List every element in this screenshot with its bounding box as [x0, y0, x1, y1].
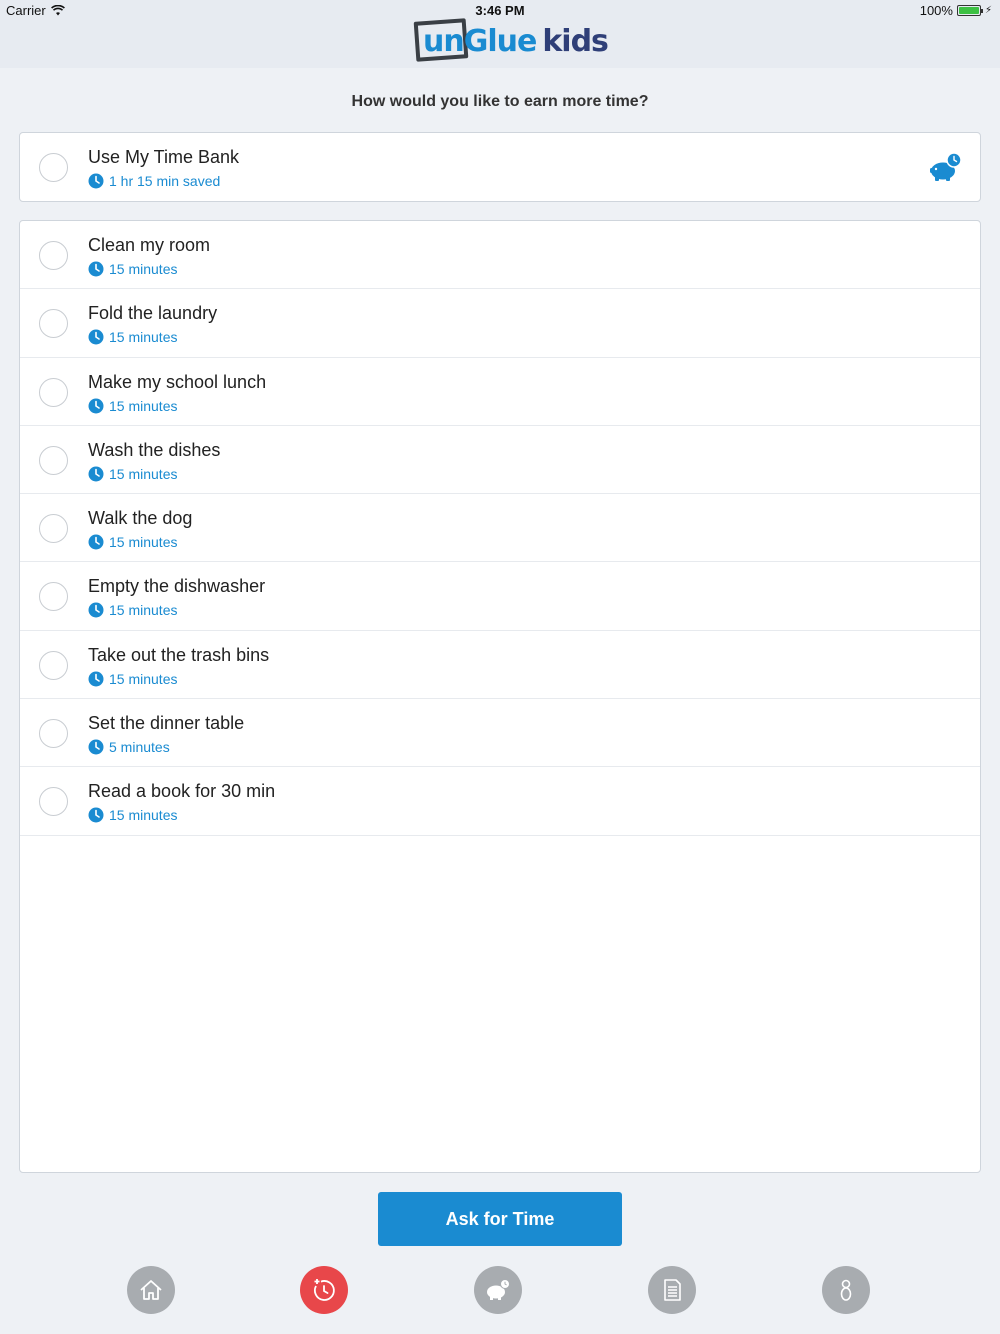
- task-title: Set the dinner table: [88, 713, 245, 734]
- time-bank-card[interactable]: Use My Time Bank 1 hr 15 min saved: [19, 132, 981, 202]
- clock-icon: [88, 807, 104, 823]
- task-row[interactable]: Walk the dog 15 minutes: [20, 494, 980, 563]
- time-bank-radio[interactable]: [39, 153, 68, 182]
- task-radio[interactable]: [39, 582, 68, 612]
- clock-icon: [88, 739, 104, 755]
- task-duration: 15 minutes: [88, 534, 177, 550]
- task-duration: 5 minutes: [88, 739, 170, 755]
- task-title: Empty the dishwasher: [88, 576, 266, 597]
- clock-icon: [88, 671, 104, 687]
- task-radio[interactable]: [39, 719, 68, 749]
- document-icon: [664, 1279, 681, 1301]
- task-radio[interactable]: [39, 309, 68, 339]
- task-title: Clean my room: [88, 235, 211, 255]
- page-question: How would you like to earn more time?: [351, 93, 649, 110]
- nav-time-bank[interactable]: [474, 1266, 522, 1314]
- task-radio[interactable]: [39, 241, 68, 270]
- task-row[interactable]: Clean my room 15 minutes: [20, 221, 980, 290]
- battery-percent: 100%: [919, 3, 953, 18]
- task-duration: 15 minutes: [88, 398, 177, 414]
- bottom-nav: [0, 1266, 1000, 1316]
- task-duration: 15 minutes: [88, 466, 177, 482]
- time-bank-option[interactable]: Use My Time Bank 1 hr 15 min saved: [20, 133, 980, 201]
- piggy-bank-icon: [930, 152, 962, 181]
- clock-icon: [88, 466, 104, 482]
- clock-icon: [88, 261, 104, 277]
- task-list: Clean my room 15 minutes Fold the laundry 1…: [19, 220, 981, 1173]
- clock-icon: [88, 534, 104, 550]
- task-title: Wash the dishes: [88, 439, 221, 460]
- person-icon: [840, 1279, 852, 1301]
- nav-home[interactable]: [127, 1266, 175, 1314]
- ask-for-time-button[interactable]: Ask for Time: [378, 1192, 622, 1246]
- clock-icon: [88, 602, 104, 618]
- task-radio[interactable]: [39, 787, 68, 817]
- logo-wordmark: unGlue kids: [423, 23, 609, 59]
- time-bank-title: Use My Time Bank: [88, 147, 240, 167]
- nav-earn-time[interactable]: [300, 1266, 348, 1314]
- task-radio[interactable]: [39, 377, 68, 407]
- battery-fill: [958, 7, 979, 14]
- task-duration: 15 minutes: [88, 602, 177, 618]
- clock-icon: [88, 398, 104, 414]
- task-title: Take out the trash bins: [88, 644, 270, 665]
- task-row[interactable]: Set the dinner table 5 minutes: [20, 699, 980, 768]
- task-row[interactable]: Empty the dishwasher 15 minutes: [20, 562, 980, 631]
- nav-reports[interactable]: [648, 1266, 696, 1314]
- task-radio[interactable]: [39, 650, 68, 680]
- task-radio[interactable]: [39, 445, 68, 475]
- task-title: Walk the dog: [88, 508, 193, 529]
- task-row[interactable]: Fold the laundry 15 minutes: [20, 289, 980, 358]
- task-radio[interactable]: [39, 514, 68, 544]
- nav-profile[interactable]: [822, 1266, 870, 1314]
- clock-icon: [88, 173, 104, 189]
- piggy-bank-icon: [487, 1279, 510, 1300]
- task-duration: 15 minutes: [88, 807, 177, 823]
- task-row[interactable]: Take out the trash bins 15 minutes: [20, 631, 980, 700]
- task-row[interactable]: Make my school lunch 15 minutes: [20, 358, 980, 426]
- time-bank-saved: 1 hr 15 min saved: [88, 173, 220, 189]
- task-row[interactable]: Read a book for 30 min 15 minutes: [20, 767, 980, 836]
- unglue-kids-logo: unGlue kids: [413, 18, 609, 64]
- task-title: Read a book for 30 min: [88, 781, 276, 802]
- task-row[interactable]: Wash the dishes 15 minutes: [20, 426, 980, 495]
- status-right: 100% ⚡: [920, 3, 992, 18]
- battery-icon: [956, 5, 983, 16]
- add-time-icon: [313, 1279, 335, 1301]
- charging-icon: ⚡: [984, 5, 992, 16]
- task-duration: 15 minutes: [88, 329, 177, 345]
- home-icon: [140, 1280, 162, 1300]
- status-time: 3:46 PM: [475, 3, 525, 18]
- task-duration: 15 minutes: [88, 261, 177, 277]
- task-title: Fold the laundry: [88, 303, 218, 324]
- task-title: Make my school lunch: [88, 371, 267, 392]
- task-duration: 15 minutes: [88, 671, 177, 687]
- top-bar: Carrier 3:46 PM 100% ⚡ unGlue kids: [0, 0, 1000, 68]
- clock-icon: [88, 329, 104, 345]
